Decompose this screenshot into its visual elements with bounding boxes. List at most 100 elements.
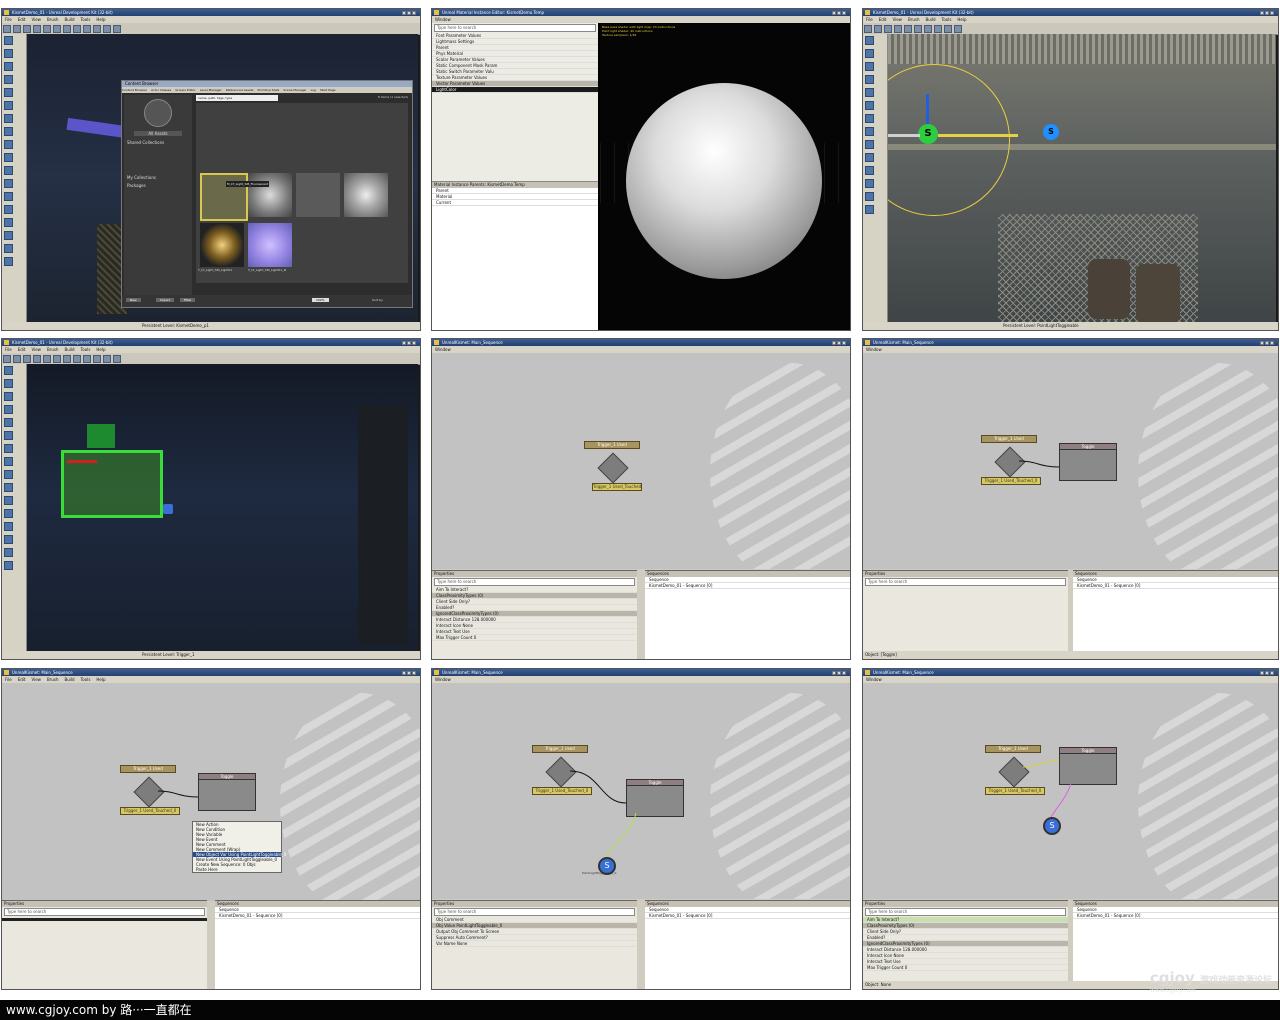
sequence-item[interactable]: KismetDemo_01 - Sequence [0] xyxy=(645,913,850,919)
filter-button[interactable]: Filter xyxy=(180,298,196,302)
search-input[interactable]: Type here to search xyxy=(4,908,205,916)
tab-scene-manager[interactable]: Scene Manager xyxy=(283,88,306,92)
tool-icon[interactable] xyxy=(33,355,41,363)
menu-tools[interactable]: Tools xyxy=(81,347,91,352)
tool-icon[interactable] xyxy=(103,355,111,363)
tool-icon[interactable] xyxy=(93,355,101,363)
tool-icon[interactable] xyxy=(3,355,11,363)
tool-icon[interactable] xyxy=(904,25,912,33)
brush-tool-icon[interactable] xyxy=(4,431,13,440)
brush-tool-icon[interactable] xyxy=(4,470,13,479)
brush-tool-icon[interactable] xyxy=(4,257,13,266)
sequence-item[interactable]: KismetDemo_01 - Sequence [0] xyxy=(645,583,850,589)
asset-thumb[interactable] xyxy=(248,223,292,267)
tool-icon[interactable] xyxy=(954,25,962,33)
window-controls[interactable] xyxy=(1259,670,1276,675)
brush-tool-icon[interactable] xyxy=(4,379,13,388)
kismet-canvas[interactable]: Trigger_1 Used Trigger_1 Used_Touched_0 … xyxy=(432,683,850,899)
brush-tool-icon[interactable] xyxy=(4,218,13,227)
menu-edit[interactable]: Edit xyxy=(18,677,26,682)
maximize-button[interactable] xyxy=(407,11,411,15)
brush-tool-icon[interactable] xyxy=(865,127,874,136)
packages-header[interactable]: Packages xyxy=(124,183,192,188)
menu-build[interactable]: Build xyxy=(65,677,75,682)
tab-primitive-stats[interactable]: Primitive Stats xyxy=(258,88,280,92)
tool-icon[interactable] xyxy=(3,25,11,33)
tool-icon[interactable] xyxy=(93,25,101,33)
menu-file[interactable]: File xyxy=(5,677,12,682)
brush-tool-icon[interactable] xyxy=(865,205,874,214)
tab-groups-editor[interactable]: Groups Editor xyxy=(175,88,196,92)
minimize-button[interactable] xyxy=(1260,341,1264,345)
menu-view[interactable]: View xyxy=(31,677,41,682)
trigger-event-label[interactable]: Trigger_1 Used xyxy=(985,745,1041,753)
window-controls[interactable] xyxy=(401,670,418,675)
brush-tool-icon[interactable] xyxy=(4,444,13,453)
all-assets-button[interactable]: All Assets xyxy=(134,131,182,136)
brush-tool-icon[interactable] xyxy=(865,192,874,201)
search-input[interactable]: Type here to search xyxy=(434,908,635,916)
gizmo-x-axis[interactable] xyxy=(67,460,97,463)
tool-icon[interactable] xyxy=(43,355,51,363)
toggle-action-node[interactable]: Toggle xyxy=(1059,747,1117,785)
menu-brush[interactable]: Brush xyxy=(47,677,59,682)
brush-tool-icon[interactable] xyxy=(865,140,874,149)
menu-view[interactable]: View xyxy=(31,347,41,352)
search-input[interactable]: Type here to search xyxy=(865,578,1066,586)
tool-icon[interactable] xyxy=(884,25,892,33)
menu-file[interactable]: File xyxy=(5,347,12,352)
tool-icon[interactable] xyxy=(894,25,902,33)
close-button[interactable] xyxy=(412,671,416,675)
brush-tool-icon[interactable] xyxy=(4,205,13,214)
brush-tool-icon[interactable] xyxy=(4,483,13,492)
window-controls[interactable] xyxy=(1259,10,1276,15)
brush-tool-icon[interactable] xyxy=(865,49,874,58)
asset-thumb[interactable] xyxy=(248,173,292,217)
brush-tool-icon[interactable] xyxy=(4,140,13,149)
tool-icon[interactable] xyxy=(864,25,872,33)
tool-icon[interactable] xyxy=(73,25,81,33)
brush-tool-icon[interactable] xyxy=(4,127,13,136)
close-button[interactable] xyxy=(1270,671,1274,675)
point-light-icon[interactable]: S xyxy=(1043,124,1059,140)
window-controls[interactable] xyxy=(831,10,848,15)
tool-icon[interactable] xyxy=(33,25,41,33)
kismet-canvas[interactable]: Trigger_1 Used Trigger_1 Used_Touched_0 xyxy=(432,353,850,569)
brush-tool-icon[interactable] xyxy=(865,179,874,188)
maximize-button[interactable] xyxy=(407,671,411,675)
menu-help[interactable]: Help xyxy=(96,677,105,682)
import-button[interactable]: Import xyxy=(156,298,174,302)
tool-icon[interactable] xyxy=(103,25,111,33)
brush-tool-icon[interactable] xyxy=(4,62,13,71)
prop-row[interactable]: Max Trigger Count 0 xyxy=(863,965,1068,971)
menu-help[interactable]: Help xyxy=(96,17,105,22)
brush-tool-icon[interactable] xyxy=(4,366,13,375)
current-row[interactable]: Current xyxy=(432,200,598,206)
maximize-button[interactable] xyxy=(1265,341,1269,345)
minimize-button[interactable] xyxy=(832,671,836,675)
menu-edit[interactable]: Edit xyxy=(18,17,26,22)
tool-icon[interactable] xyxy=(13,25,21,33)
window-controls[interactable] xyxy=(831,340,848,345)
maximize-button[interactable] xyxy=(837,341,841,345)
brush-tool-icon[interactable] xyxy=(4,496,13,505)
level-viewport[interactable]: S S xyxy=(888,34,1276,322)
brush-tool-icon[interactable] xyxy=(4,179,13,188)
prop-row[interactable]: LightColor xyxy=(432,87,598,93)
trigger-event-label[interactable]: Trigger_1 Used xyxy=(981,435,1037,443)
brush-tool-icon[interactable] xyxy=(865,166,874,175)
trigger-event-label[interactable]: Trigger_1 Used xyxy=(584,441,640,449)
minimize-button[interactable] xyxy=(402,341,406,345)
tool-icon[interactable] xyxy=(83,25,91,33)
brush-tool-icon[interactable] xyxy=(4,418,13,427)
close-button[interactable] xyxy=(1270,341,1274,345)
menu-help[interactable]: Help xyxy=(96,347,105,352)
asset-thumb[interactable] xyxy=(344,173,388,217)
brush-tool-icon[interactable] xyxy=(4,114,13,123)
kismet-canvas[interactable]: Trigger_1 Used Trigger_1 Used_Touched_0 … xyxy=(863,353,1278,569)
menu-tools[interactable]: Tools xyxy=(81,677,91,682)
gizmo-y-axis[interactable] xyxy=(938,134,1018,137)
asset-search-input[interactable]: name, path, tags, type xyxy=(196,95,278,101)
material-preview-viewport[interactable]: Base pass shader with light map: 23 inst… xyxy=(600,23,850,330)
brush-tool-icon[interactable] xyxy=(4,36,13,45)
